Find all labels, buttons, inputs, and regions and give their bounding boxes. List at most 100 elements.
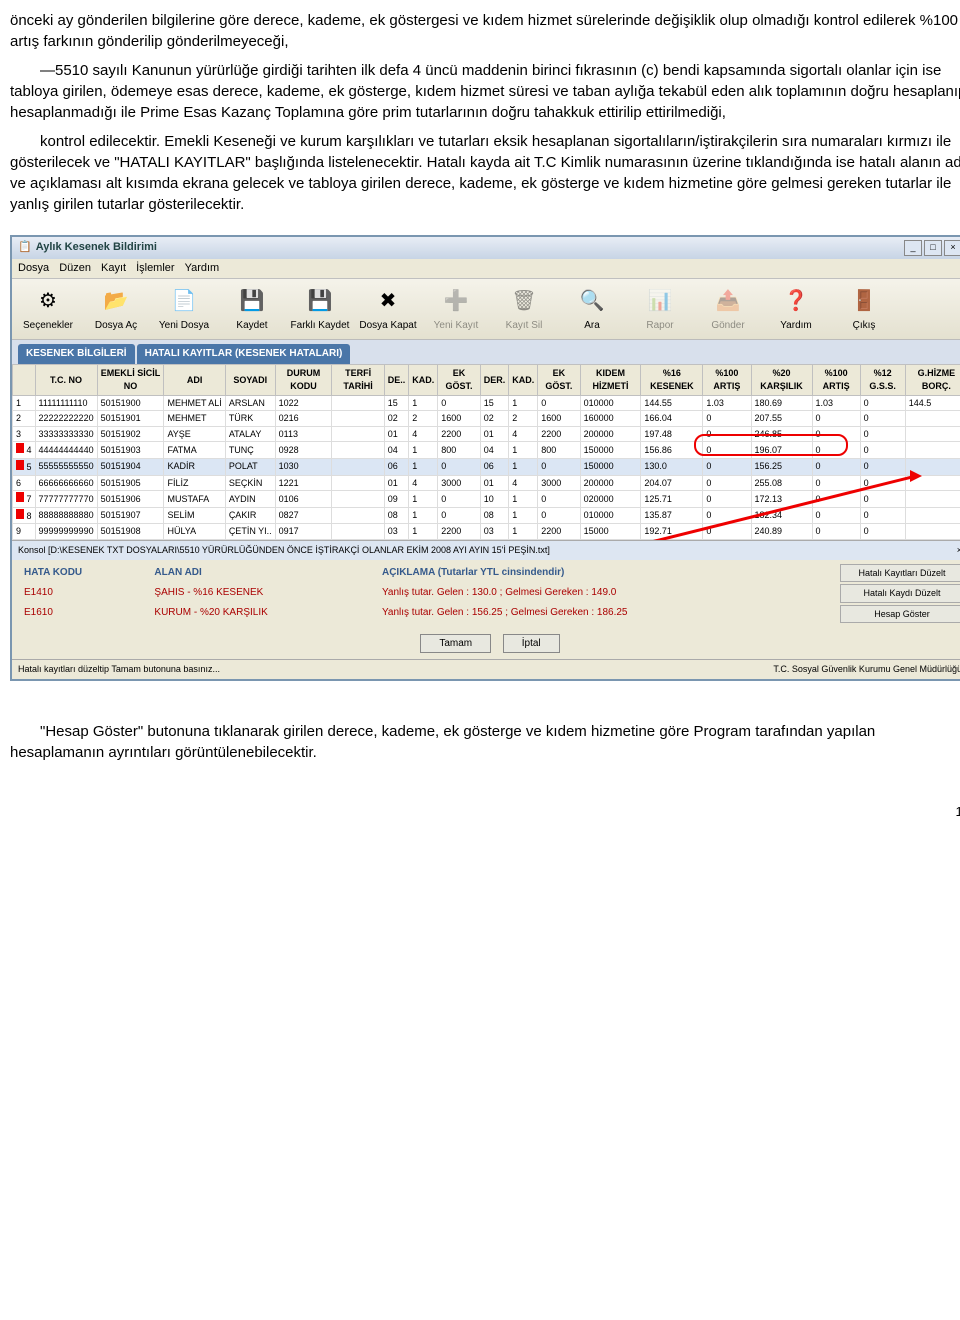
cell: 172.13 xyxy=(751,491,812,508)
error-row[interactable]: E1610KURUM - %20 KARŞILIKYanlış tutar. G… xyxy=(16,603,834,623)
tool-label: Dosya Aç xyxy=(95,319,137,333)
column-header[interactable]: %20 KARŞILIK xyxy=(751,365,812,395)
cell: 0 xyxy=(438,507,480,524)
tab-1[interactable]: HATALI KAYITLAR (KESENEK HATALARI) xyxy=(137,344,351,364)
cell: 0 xyxy=(860,475,905,491)
cell: 0 xyxy=(812,507,860,524)
error-row[interactable]: E1410ŞAHIS - %16 KESENEKYanlış tutar. Ge… xyxy=(16,583,834,603)
app-icon: 📋 xyxy=(18,240,32,255)
maximize-button[interactable]: □ xyxy=(924,240,942,256)
tool-seçenekler[interactable]: ⚙Seçenekler xyxy=(18,285,78,333)
cell: 125.71 xyxy=(641,491,703,508)
cell: 3000 xyxy=(538,475,580,491)
minimize-button[interactable]: _ xyxy=(904,240,922,256)
column-header[interactable]: TERFİ TARİHİ xyxy=(332,365,384,395)
column-header[interactable]: KIDEM HİZMETİ xyxy=(580,365,641,395)
cell: 0928 xyxy=(275,442,332,459)
table-row[interactable]: 44444444444050151903FATMATUNÇ09280418000… xyxy=(13,442,960,459)
tool-dosya-kapat[interactable]: ✖Dosya Kapat xyxy=(358,285,418,333)
cell: 0 xyxy=(860,524,905,540)
column-header[interactable]: KAD. xyxy=(509,365,538,395)
side-button-hatalı-kaydı-düzelt[interactable]: Hatalı Kaydı Düzelt xyxy=(840,584,960,603)
cell: 135.87 xyxy=(641,507,703,524)
tool-label: Çıkış xyxy=(853,319,876,333)
cell xyxy=(905,426,960,442)
table-row[interactable]: 33333333333050151902AYŞEATALAY0113014220… xyxy=(13,426,960,442)
table-row[interactable]: 55555555555050151904KADİRPOLAT1030061006… xyxy=(13,458,960,475)
tool-çıkış[interactable]: 🚪 Çıkış xyxy=(834,285,894,333)
column-header[interactable]: %100 ARTIŞ xyxy=(812,365,860,395)
cell: 50151905 xyxy=(97,475,164,491)
column-header[interactable]: KAD. xyxy=(409,365,438,395)
table-row[interactable]: 66666666666050151905FİLİZSEÇKİN122101430… xyxy=(13,475,960,491)
column-header[interactable]: %16 KESENEK xyxy=(641,365,703,395)
ok-button[interactable]: Tamam xyxy=(420,634,491,653)
cell: 166.04 xyxy=(641,411,703,427)
error-header: HATA KODU xyxy=(16,564,146,584)
table-row[interactable]: 77777777777050151906MUSTAFAAYDIN01060910… xyxy=(13,491,960,508)
table-row[interactable]: 99999999999050151908HÜLYAÇETİN YI..09170… xyxy=(13,524,960,540)
menu-düzen[interactable]: Düzen xyxy=(59,261,91,276)
cell: 10 xyxy=(480,491,509,508)
tool-yardım[interactable]: ❓Yardım xyxy=(766,285,826,333)
table-row[interactable]: 11111111111050151900MEHMET ALİARSLAN1022… xyxy=(13,395,960,411)
cell: 77777777770 xyxy=(35,491,97,508)
column-header[interactable]: T.C. NO xyxy=(35,365,97,395)
cell: MEHMET ALİ xyxy=(164,395,225,411)
cell: 1 xyxy=(13,395,36,411)
tool-yeni-dosya[interactable]: 📄Yeni Dosya xyxy=(154,285,214,333)
column-header[interactable]: EK GÖST. xyxy=(438,365,480,395)
dosya kapat-icon: ✖ xyxy=(372,285,404,317)
column-header[interactable]: G.HİZME BORÇ. xyxy=(905,365,960,395)
table-row[interactable]: 88888888888050151907SELİMÇAKIR0827081008… xyxy=(13,507,960,524)
column-header[interactable]: DE.. xyxy=(384,365,409,395)
column-header[interactable] xyxy=(13,365,36,395)
cell: POLAT xyxy=(225,458,275,475)
gönder-icon: 📤 xyxy=(712,285,744,317)
cell: SELİM xyxy=(164,507,225,524)
tool-label: Kaydet xyxy=(236,319,267,333)
menu-dosya[interactable]: Dosya xyxy=(18,261,49,276)
cell: 0 xyxy=(703,507,751,524)
side-button-hesap-göster[interactable]: Hesap Göster xyxy=(840,605,960,624)
cell: 33333333330 xyxy=(35,426,97,442)
cancel-button[interactable]: İptal xyxy=(503,634,560,653)
cell: 800 xyxy=(438,442,480,459)
tool-dosya-aç[interactable]: 📂Dosya Aç xyxy=(86,285,146,333)
table-row[interactable]: 22222222222050151901MEHMETTÜRK0216022160… xyxy=(13,411,960,427)
cell: 44444444440 xyxy=(35,442,97,459)
column-header[interactable]: DER. xyxy=(480,365,509,395)
column-header[interactable]: SOYADI xyxy=(225,365,275,395)
çıkış-icon: 🚪 xyxy=(848,285,880,317)
cell: 800 xyxy=(538,442,580,459)
doc-paragraph-1b: —5510 sayılı Kanunun yürürlüğe girdiği t… xyxy=(10,60,960,123)
cell: 204.07 xyxy=(641,475,703,491)
column-header[interactable]: EK GÖST. xyxy=(538,365,580,395)
cell: 1 xyxy=(409,491,438,508)
cell: 1.03 xyxy=(812,395,860,411)
column-header[interactable]: EMEKLİ SİCİL NO xyxy=(97,365,164,395)
tool-farklı-kaydet[interactable]: 💾Farklı Kaydet xyxy=(290,285,350,333)
cell: 1 xyxy=(409,395,438,411)
close-button[interactable]: × xyxy=(944,240,960,256)
menu-i̇şlemler[interactable]: İşlemler xyxy=(136,261,175,276)
app-window: 📋 Aylık Kesenek Bildirimi _ □ × DosyaDüz… xyxy=(10,235,960,681)
cell: 0 xyxy=(703,524,751,540)
cell: 0 xyxy=(860,507,905,524)
cell: 9 xyxy=(13,524,36,540)
cell: TUNÇ xyxy=(225,442,275,459)
cell: 03 xyxy=(384,524,409,540)
column-header[interactable]: %12 G.S.S. xyxy=(860,365,905,395)
tool-label: Kayıt Sil xyxy=(506,319,543,333)
side-button-hatalı-kayıtları-düzelt[interactable]: Hatalı Kayıtları Düzelt xyxy=(840,564,960,583)
column-header[interactable]: %100 ARTIŞ xyxy=(703,365,751,395)
cell: 50151900 xyxy=(97,395,164,411)
tool-ara[interactable]: 🔍Ara xyxy=(562,285,622,333)
column-header[interactable]: DURUM KODU xyxy=(275,365,332,395)
tool-kaydet[interactable]: 💾Kaydet xyxy=(222,285,282,333)
menu-yardım[interactable]: Yardım xyxy=(185,261,220,276)
tab-0[interactable]: KESENEK BİLGİLERİ xyxy=(18,344,135,364)
column-header[interactable]: ADI xyxy=(164,365,225,395)
cell: 160000 xyxy=(580,411,641,427)
menu-kayıt[interactable]: Kayıt xyxy=(101,261,126,276)
